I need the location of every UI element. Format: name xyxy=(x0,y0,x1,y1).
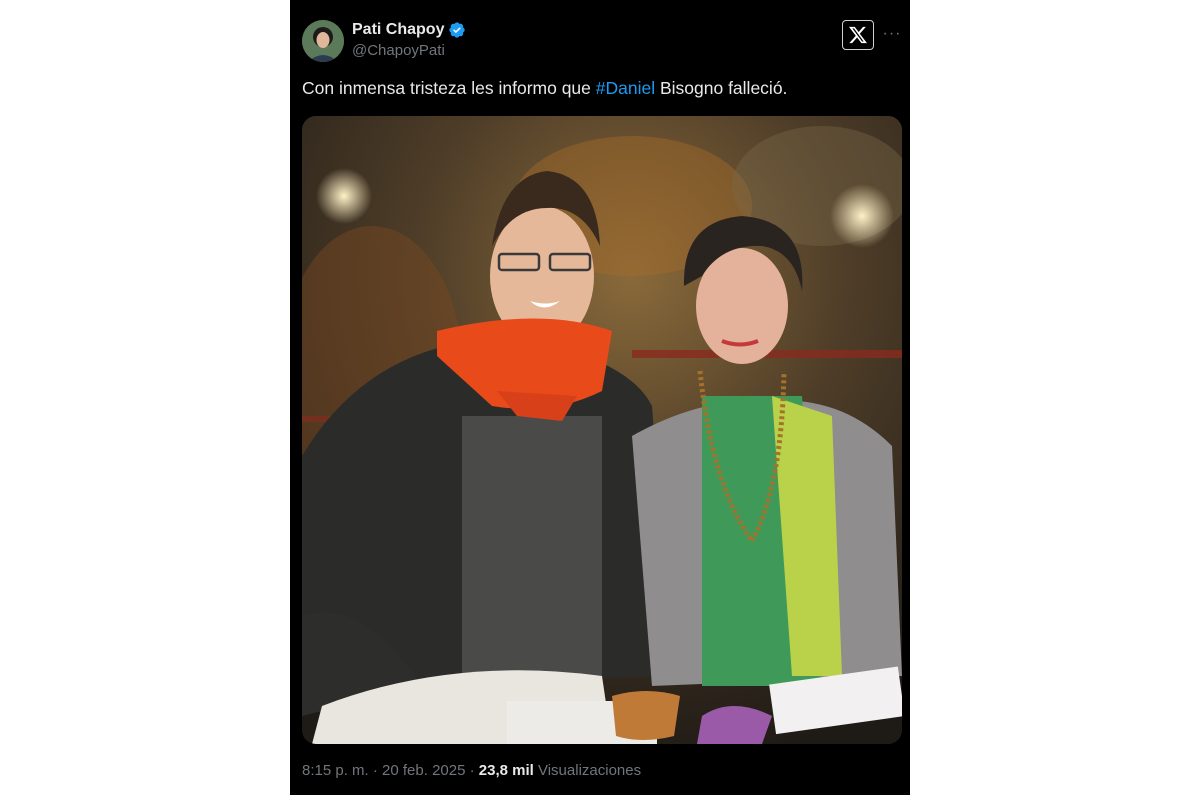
x-logo-icon[interactable] xyxy=(842,20,874,50)
tweet-photo[interactable] xyxy=(302,116,902,744)
tweet-meta: 8:15 p. m. · 20 feb. 2025 · 23,8 mil Vis… xyxy=(302,762,641,779)
tweet-card: Pati Chapoy @ChapoyPati ··· Con inmensa … xyxy=(290,0,910,795)
hashtag-link[interactable]: #Daniel xyxy=(596,78,655,98)
tweet-text-before: Con inmensa tristeza les informo que xyxy=(302,78,596,98)
author-name-row[interactable]: Pati Chapoy xyxy=(352,20,466,40)
tweet-text-after: Bisogno falleció. xyxy=(655,78,788,98)
timestamp[interactable]: 8:15 p. m. · 20 feb. 2025 · xyxy=(302,762,479,779)
tweet-text: Con inmensa tristeza les informo que #Da… xyxy=(302,78,787,99)
views-label: Visualizaciones xyxy=(533,762,642,779)
views-count: 23,8 mil xyxy=(478,762,534,779)
more-options-icon[interactable]: ··· xyxy=(882,24,902,44)
author-handle[interactable]: @ChapoyPati xyxy=(352,42,445,59)
author-avatar[interactable] xyxy=(302,20,344,62)
author-name[interactable]: Pati Chapoy xyxy=(352,21,444,39)
verified-badge-icon xyxy=(449,22,466,38)
